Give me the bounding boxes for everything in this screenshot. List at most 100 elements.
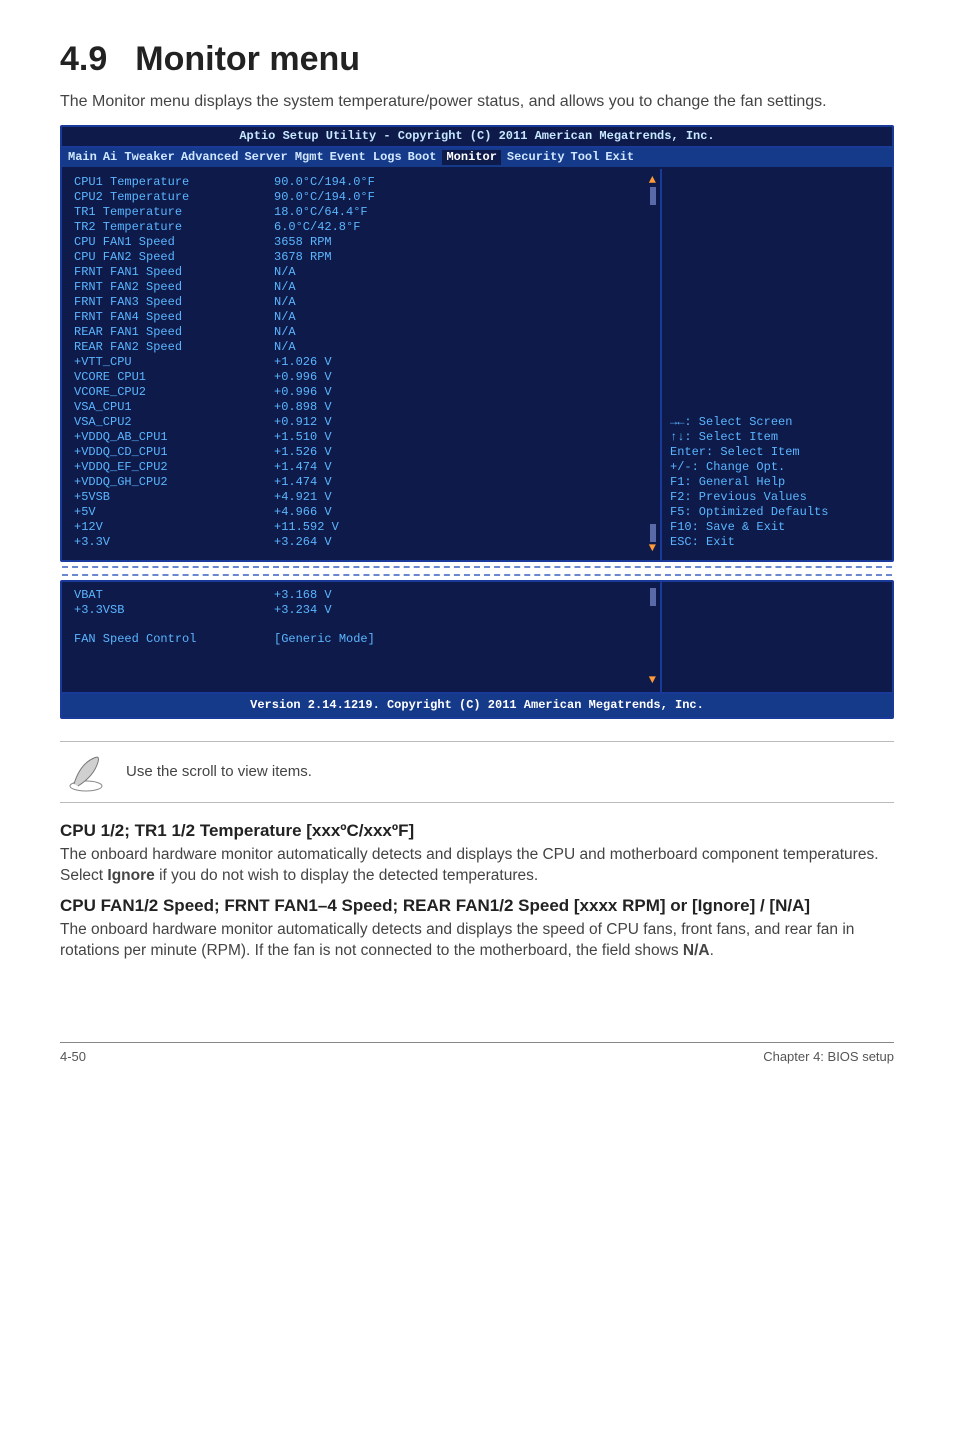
row-label: REAR FAN2 Speed xyxy=(74,340,274,355)
row-value: +1.510 V xyxy=(274,430,332,445)
row-value: +0.898 V xyxy=(274,400,332,415)
table-row: +5VSB+4.921 V xyxy=(74,490,652,505)
row-label: +VDDQ_GH_CPU2 xyxy=(74,475,274,490)
help-line: F1: General Help xyxy=(670,475,828,490)
note-callout: Use the scroll to view items. xyxy=(60,741,894,803)
row-value: N/A xyxy=(274,265,296,280)
table-row: CPU FAN2 Speed3678 RPM xyxy=(74,250,652,265)
bios-left-pane: ▲ ▼ CPU1 Temperature90.0°C/194.0°FCPU2 T… xyxy=(62,169,662,560)
table-row: +12V+11.592 V xyxy=(74,520,652,535)
tab-server-mgmt[interactable]: Server Mgmt xyxy=(244,150,323,165)
row-label: FRNT FAN1 Speed xyxy=(74,265,274,280)
row-value: 90.0°C/194.0°F xyxy=(274,190,375,205)
tab-monitor[interactable]: Monitor xyxy=(442,150,500,165)
table-row: +VDDQ_EF_CPU2+1.474 V xyxy=(74,460,652,475)
row-label: VCORE CPU1 xyxy=(74,370,274,385)
row-value: +3.264 V xyxy=(274,535,332,550)
tab-ai-tweaker[interactable]: Ai Tweaker xyxy=(103,150,175,165)
row-value: 18.0°C/64.4°F xyxy=(274,205,368,220)
bios-menubar: Main Ai Tweaker Advanced Server Mgmt Event L… xyxy=(62,148,892,169)
row-label: CPU FAN2 Speed xyxy=(74,250,274,265)
row-value: Generic Mode xyxy=(274,632,375,647)
bios-right-pane-2 xyxy=(662,582,892,692)
tab-exit[interactable]: Exit xyxy=(605,150,634,165)
bios-help-block: →←: Select Screen↑↓: Select ItemEnter: S… xyxy=(670,415,828,550)
row-label: VSA_CPU1 xyxy=(74,400,274,415)
row-value: +4.921 V xyxy=(274,490,332,505)
row-label: CPU2 Temperature xyxy=(74,190,274,205)
tab-main[interactable]: Main xyxy=(68,150,97,165)
tab-advanced[interactable]: Advanced xyxy=(181,150,239,165)
scroll-down-icon[interactable]: ▼ xyxy=(649,541,656,556)
row-label: VSA_CPU2 xyxy=(74,415,274,430)
table-row: +5V+4.966 V xyxy=(74,505,652,520)
footer-page-number: 4-50 xyxy=(60,1049,86,1064)
bios-split-gap xyxy=(62,566,892,576)
para-bold: N/A xyxy=(683,942,710,959)
row-value: N/A xyxy=(274,280,296,295)
tab-boot[interactable]: Boot xyxy=(408,150,437,165)
help-line: F10: Save & Exit xyxy=(670,520,828,535)
row-label: +3.3VSB xyxy=(74,603,274,618)
row-label: FRNT FAN3 Speed xyxy=(74,295,274,310)
row-label: FRNT FAN4 Speed xyxy=(74,310,274,325)
scroll-thumb-bottom[interactable] xyxy=(650,524,656,542)
row-value: N/A xyxy=(274,295,296,310)
fan-speed-control-row[interactable]: FAN Speed ControlGeneric Mode xyxy=(74,632,652,647)
table-row: FRNT FAN3 SpeedN/A xyxy=(74,295,652,310)
row-label: VBAT xyxy=(74,588,274,603)
help-line: ESC: Exit xyxy=(670,535,828,550)
tab-event-logs[interactable]: Event Logs xyxy=(330,150,402,165)
row-value: +1.526 V xyxy=(274,445,332,460)
page-footer: 4-50 Chapter 4: BIOS setup xyxy=(60,1042,894,1064)
scroll-thumb-top[interactable] xyxy=(650,187,656,205)
table-row: +3.3V+3.264 V xyxy=(74,535,652,550)
note-icon xyxy=(64,752,108,792)
table-row: CPU2 Temperature90.0°C/194.0°F xyxy=(74,190,652,205)
bios-title: Aptio Setup Utility - Copyright (C) 2011… xyxy=(62,127,892,148)
bios-footer: Version 2.14.1219. Copyright (C) 2011 Am… xyxy=(62,692,892,717)
row-label: FRNT FAN2 Speed xyxy=(74,280,274,295)
subheading-temperature: CPU 1/2; TR1 1/2 Temperature [xxxºC/xxxº… xyxy=(60,821,894,841)
bios-screen-top: Aptio Setup Utility - Copyright (C) 2011… xyxy=(60,125,894,562)
scroll-up-icon[interactable]: ▲ xyxy=(649,173,656,188)
table-row: VSA_CPU1+0.898 V xyxy=(74,400,652,415)
row-value: +4.966 V xyxy=(274,505,332,520)
help-line: Enter: Select Item xyxy=(670,445,828,460)
row-label: +VDDQ_CD_CPU1 xyxy=(74,445,274,460)
paragraph-fanspeed: The onboard hardware monitor automatical… xyxy=(60,920,894,962)
row-value: 3678 RPM xyxy=(274,250,332,265)
tab-tool[interactable]: Tool xyxy=(571,150,600,165)
table-row: CPU FAN1 Speed3658 RPM xyxy=(74,235,652,250)
row-value: +11.592 V xyxy=(274,520,339,535)
table-row: FRNT FAN4 SpeedN/A xyxy=(74,310,652,325)
table-row: VCORE CPU1+0.996 V xyxy=(74,370,652,385)
table-row: FRNT FAN2 SpeedN/A xyxy=(74,280,652,295)
bios-right-pane: →←: Select Screen↑↓: Select ItemEnter: S… xyxy=(662,169,892,560)
row-label: +3.3V xyxy=(74,535,274,550)
subheading-fanspeed: CPU FAN1/2 Speed; FRNT FAN1–4 Speed; REA… xyxy=(60,896,894,916)
help-line: ↑↓: Select Item xyxy=(670,430,828,445)
row-value: +1.474 V xyxy=(274,475,332,490)
section-heading: 4.9Monitor menu xyxy=(60,40,894,79)
row-value: +0.912 V xyxy=(274,415,332,430)
bios-left-pane-2: ▼ VBAT+3.168 V+3.3VSB+3.234 VFAN Speed C… xyxy=(62,582,662,692)
table-row: VSA_CPU2+0.912 V xyxy=(74,415,652,430)
tab-security[interactable]: Security xyxy=(507,150,565,165)
help-line: F2: Previous Values xyxy=(670,490,828,505)
note-text: Use the scroll to view items. xyxy=(126,763,312,780)
row-value: +3.168 V xyxy=(274,588,332,603)
row-label: VCORE_CPU2 xyxy=(74,385,274,400)
help-line: F5: Optimized Defaults xyxy=(670,505,828,520)
table-row: REAR FAN2 SpeedN/A xyxy=(74,340,652,355)
row-label: +VDDQ_EF_CPU2 xyxy=(74,460,274,475)
scroll-thumb-2[interactable] xyxy=(650,588,656,606)
para-bold: Ignore xyxy=(107,867,154,884)
table-row: VBAT+3.168 V xyxy=(74,588,652,603)
scroll-down-icon-2[interactable]: ▼ xyxy=(649,673,656,688)
row-value: +1.474 V xyxy=(274,460,332,475)
section-title: Monitor menu xyxy=(135,40,360,78)
table-row: +VDDQ_GH_CPU2+1.474 V xyxy=(74,475,652,490)
row-value: 6.0°C/42.8°F xyxy=(274,220,360,235)
row-label: +VDDQ_AB_CPU1 xyxy=(74,430,274,445)
